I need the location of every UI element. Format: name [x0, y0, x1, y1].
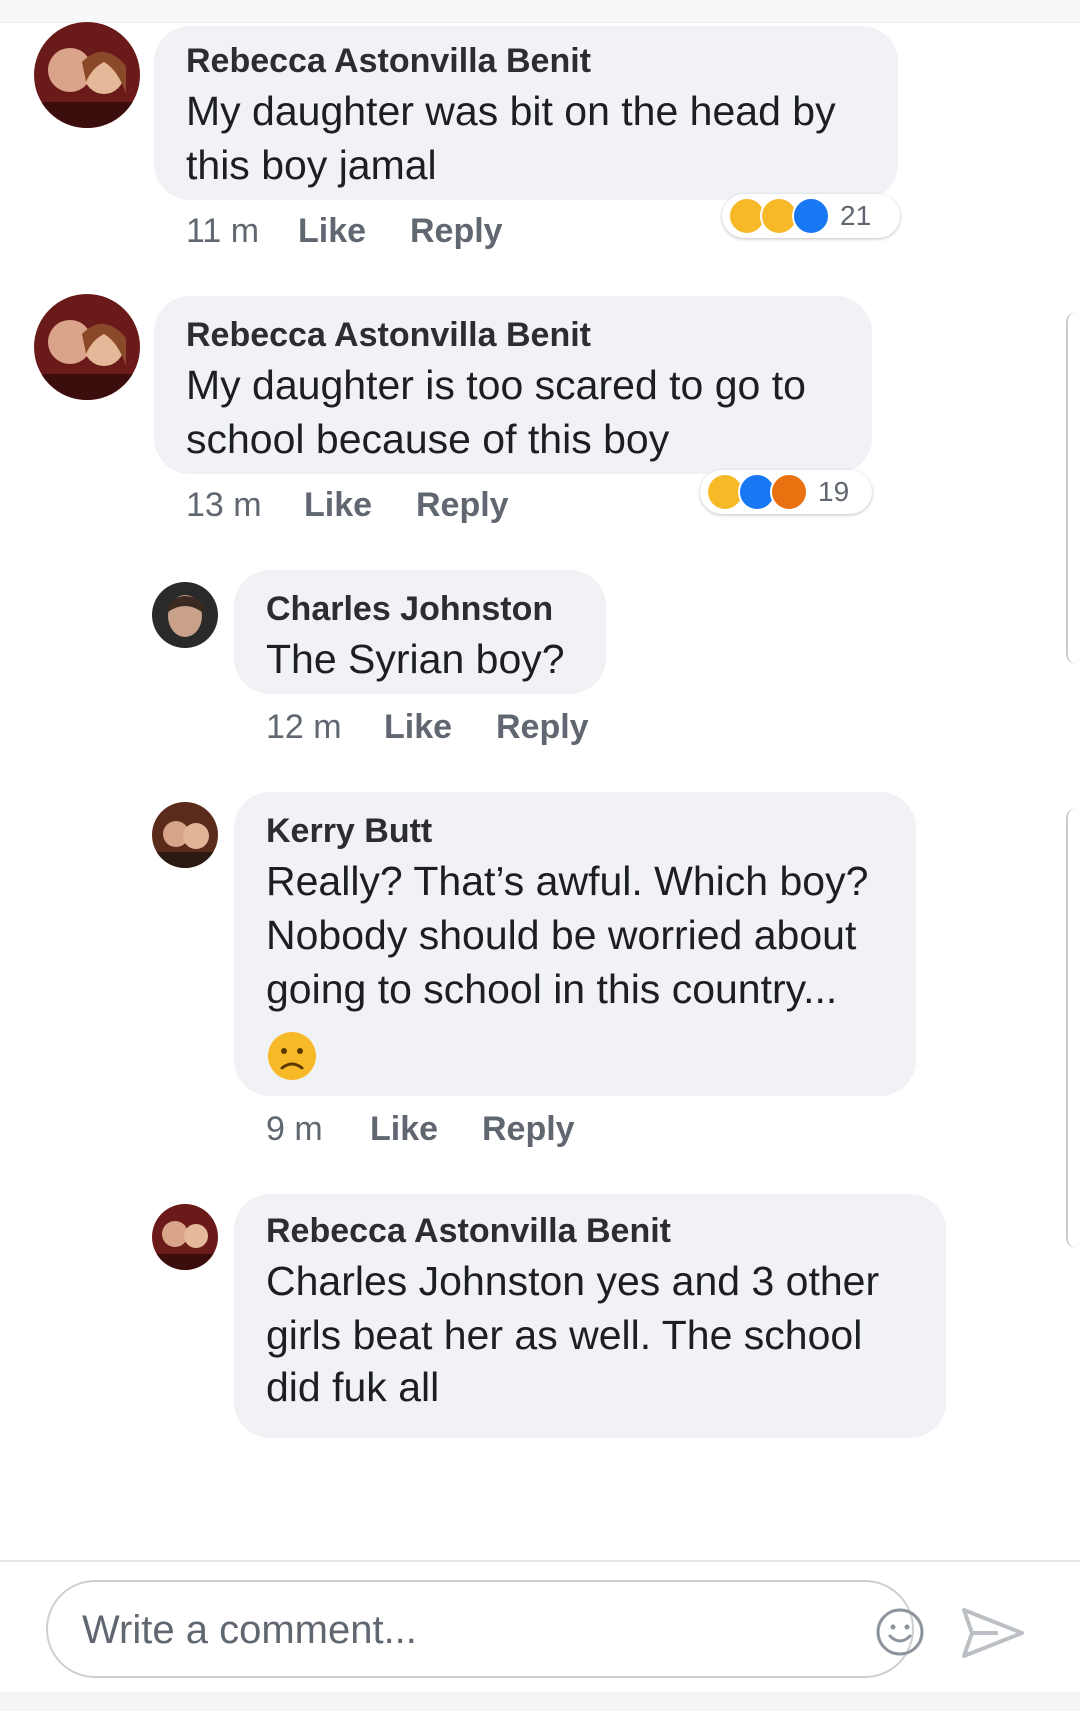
side-scroll-indicator: [1066, 808, 1080, 1248]
bottom-edge: [0, 1692, 1080, 1711]
avatar[interactable]: [152, 582, 218, 648]
comment-text-line: this boy jamal: [186, 142, 437, 188]
comment-composer: Write a comment...: [0, 1560, 1080, 1711]
comment-text-line: did fuk all: [266, 1364, 440, 1410]
angry-reaction-icon: [770, 473, 808, 511]
comment-text-line: The Syrian boy?: [266, 636, 565, 682]
comment-text-line: going to school in this country...: [266, 966, 838, 1012]
sad-face-emoji: [266, 1030, 318, 1082]
reaction-count: 19: [818, 476, 850, 507]
timestamp: 12 m: [266, 708, 342, 746]
timestamp: 13 m: [186, 486, 262, 524]
comment-text-line: school because of this boy: [186, 416, 670, 462]
comments-screen: Rebecca Astonvilla Benit My daughter was…: [0, 0, 1080, 1711]
reaction-summary[interactable]: 19: [700, 470, 872, 514]
reply-button[interactable]: Reply: [496, 708, 589, 747]
like-button[interactable]: Like: [304, 486, 372, 525]
comment-author[interactable]: Kerry Butt: [266, 812, 432, 851]
timestamp: 11 m: [186, 212, 260, 250]
comment-input-placeholder: Write a comment...: [82, 1608, 417, 1652]
comment-text-line: Really? That’s awful. Which boy?: [266, 858, 869, 904]
avatar[interactable]: [34, 22, 140, 128]
reaction-count: 21: [840, 200, 872, 231]
comment-text-line: My daughter is too scared to go to: [186, 362, 806, 408]
side-scroll-indicator: [1066, 312, 1080, 664]
send-icon[interactable]: [958, 1604, 1028, 1662]
comment-text-line: My daughter was bit on the head by: [186, 88, 836, 134]
like-button[interactable]: Like: [298, 212, 366, 251]
avatar[interactable]: [34, 294, 140, 400]
avatar[interactable]: [152, 802, 218, 868]
comment-text-line: Charles Johnston yes and 3 other: [266, 1258, 880, 1304]
comment-text-line: Nobody should be worried about: [266, 912, 857, 958]
like-button[interactable]: Like: [384, 708, 452, 747]
comment-author[interactable]: Rebecca Astonvilla Benit: [266, 1212, 671, 1251]
comment-author[interactable]: Rebecca Astonvilla Benit: [186, 42, 591, 81]
reply-button[interactable]: Reply: [410, 212, 503, 251]
reply-button[interactable]: Reply: [482, 1110, 575, 1149]
comment-input[interactable]: Write a comment...: [46, 1580, 924, 1678]
top-edge: [0, 0, 1080, 23]
comment-author[interactable]: Charles Johnston: [266, 590, 553, 629]
reaction-summary[interactable]: 21: [722, 194, 900, 238]
timestamp: 9 m: [266, 1110, 323, 1148]
comment-text-line: girls beat her as well. The school: [266, 1312, 863, 1358]
avatar[interactable]: [152, 1204, 218, 1270]
smiley-icon[interactable]: [874, 1606, 926, 1658]
comment-author[interactable]: Rebecca Astonvilla Benit: [186, 316, 591, 355]
like-reaction-icon: [792, 197, 830, 235]
like-button[interactable]: Like: [370, 1110, 438, 1149]
reply-button[interactable]: Reply: [416, 486, 509, 525]
